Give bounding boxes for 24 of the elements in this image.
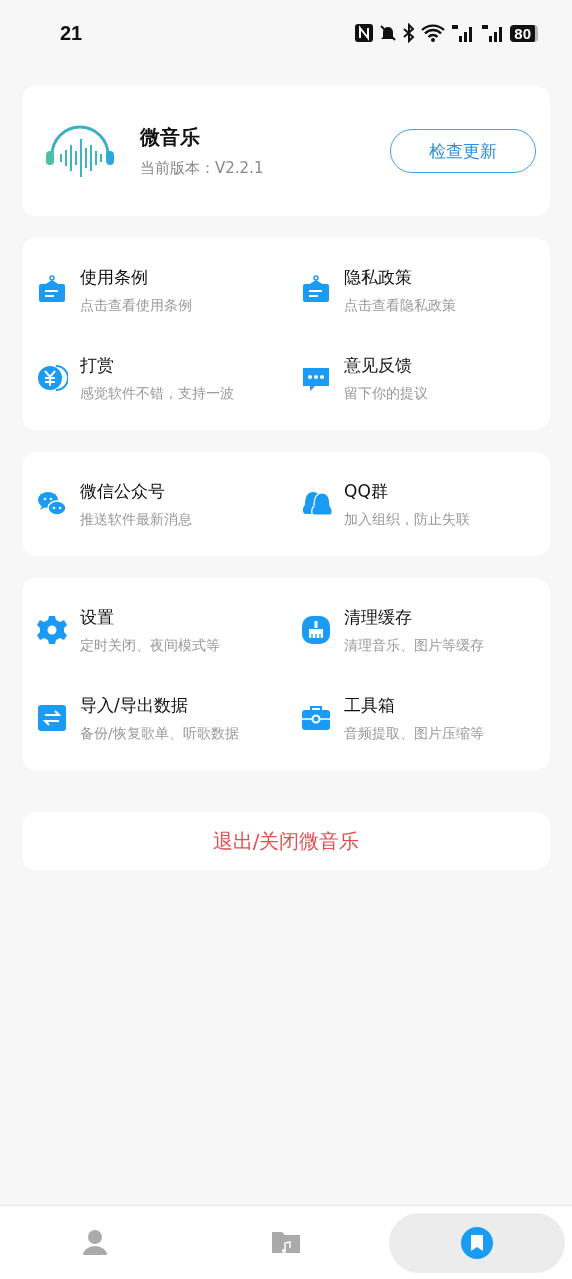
menu-item[interactable]: 导入/导出数据 备份/恢复歌单、听歌数据: [22, 674, 286, 762]
menu-item[interactable]: QQ群 加入组织，防止失联: [286, 460, 550, 548]
swap-icon: [36, 702, 68, 734]
check-update-button[interactable]: 检查更新: [390, 129, 536, 173]
nfc-icon: [354, 23, 375, 43]
menu-item[interactable]: 工具箱 音频提取、图片压缩等: [286, 674, 550, 762]
app-name: 微音乐: [140, 124, 201, 151]
menu-item[interactable]: 意见反馈 留下你的提议: [286, 334, 550, 422]
version-text: 当前版本：V2.2.1: [140, 159, 265, 178]
broom-icon: [300, 614, 332, 646]
menu-item[interactable]: 隐私政策 点击查看隐私政策: [286, 246, 550, 334]
exit-button[interactable]: 退出/关闭微音乐: [22, 812, 550, 870]
coin-icon: [36, 362, 68, 394]
menu-item[interactable]: 清理缓存 清理音乐、图片等缓存: [286, 586, 550, 674]
menu-item[interactable]: 打赏 感觉软件不错，支持一波: [22, 334, 286, 422]
menu-item[interactable]: 使用条例 点击查看使用条例: [22, 246, 286, 334]
gear-icon: [36, 614, 68, 646]
bluetooth-icon: [402, 23, 417, 43]
battery-level: 80: [510, 24, 538, 42]
menu-item[interactable]: 微信公众号 推送软件最新消息: [22, 460, 286, 548]
wifi-icon: [420, 23, 447, 43]
status-time: 21: [60, 21, 83, 45]
menu-item[interactable]: 设置 定时关闭、夜间模式等: [22, 586, 286, 674]
bookmark-icon: [459, 1225, 494, 1260]
